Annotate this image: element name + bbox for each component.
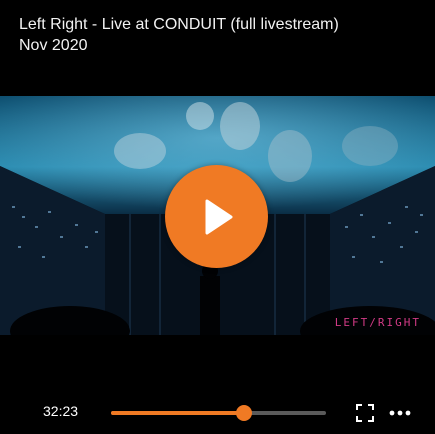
play-button[interactable] [165,165,268,268]
fullscreen-icon [356,404,374,422]
fullscreen-button[interactable] [355,403,375,423]
video-watermark: LEFT/RIGHT [334,316,421,329]
video-title: Left Right - Live at CONDUIT (full lives… [19,16,339,33]
seek-bar-progress [111,411,245,415]
video-player: Left Right - Live at CONDUIT (full lives… [0,0,435,434]
more-options-icon [389,410,411,416]
seek-bar[interactable] [111,405,326,421]
video-date: Nov 2020 [19,37,88,54]
more-options-button[interactable] [389,403,411,423]
video-header: Left Right - Live at CONDUIT (full lives… [19,14,419,56]
current-time: 32:23 [43,403,79,419]
play-icon [205,199,232,234]
player-controls: 32:23 [0,395,435,429]
seek-bar-handle[interactable] [236,405,253,421]
